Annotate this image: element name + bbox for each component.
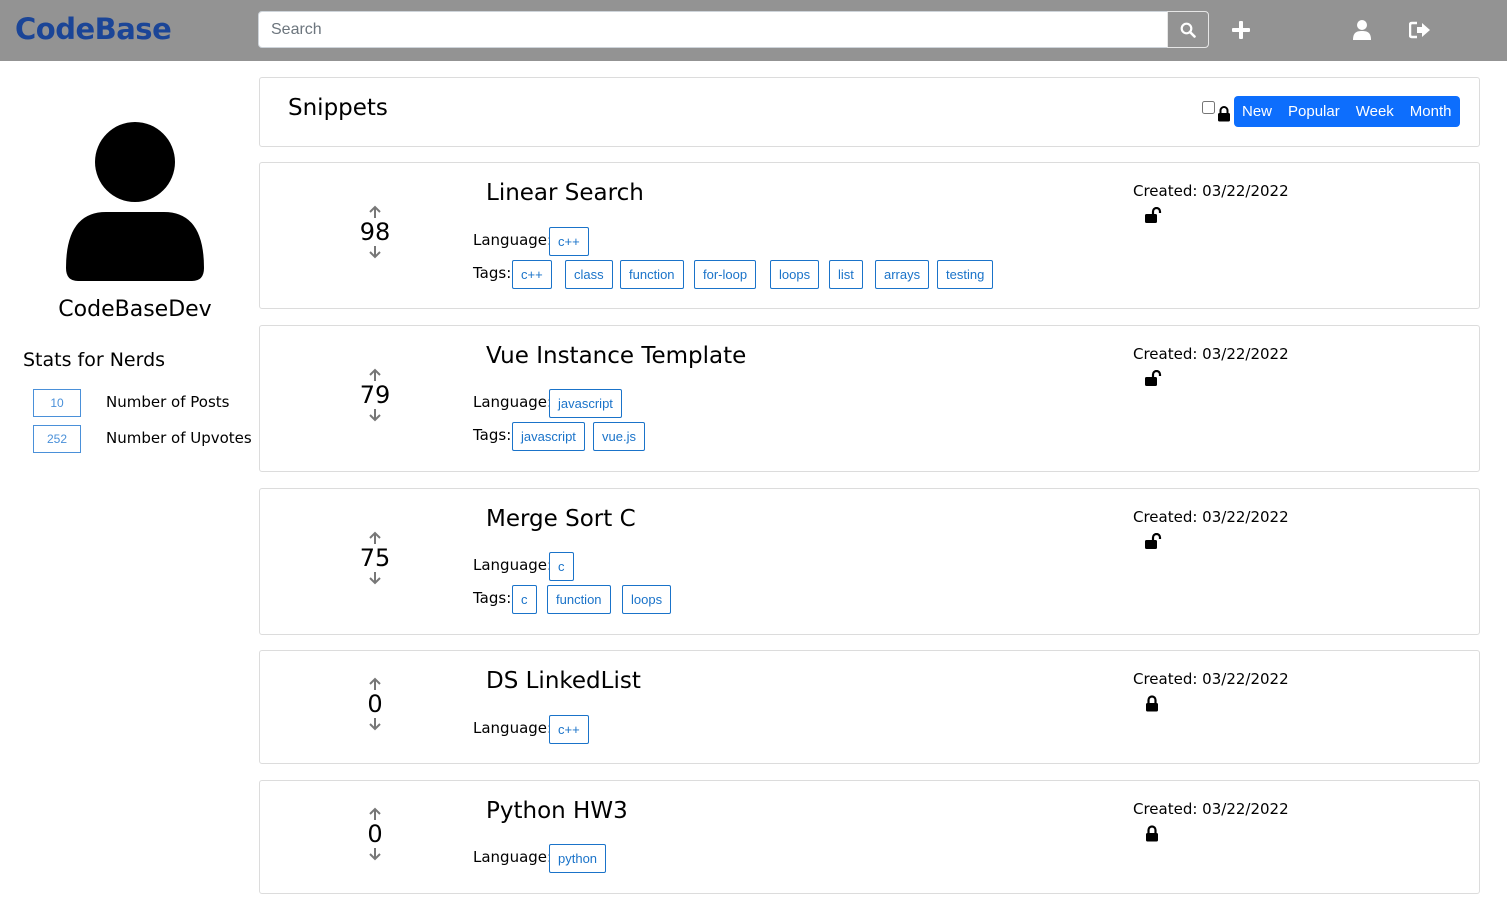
avatar-icon (66, 122, 204, 281)
tag-chip[interactable]: function (547, 585, 611, 614)
vote-control: 0 (350, 677, 400, 731)
tags-label: Tags: (473, 264, 512, 282)
user-icon (1353, 20, 1371, 40)
logout-button[interactable] (1407, 17, 1433, 43)
snippet-card: 0 Python HW3 Language: python Created: 0… (259, 780, 1480, 894)
add-snippet-button[interactable] (1228, 17, 1254, 43)
vote-count: 0 (367, 690, 383, 718)
stat-posts-label: Number of Posts (106, 393, 230, 411)
unlock-icon[interactable] (1144, 533, 1164, 550)
tag-chip[interactable]: vue.js (593, 422, 645, 451)
snippet-card: 98 Linear Search Language: c++ Tags: c++… (259, 162, 1480, 309)
snippet-card: 75 Merge Sort C Language: c Tags: c func… (259, 488, 1480, 635)
created-date: Created: 03/22/2022 (1133, 508, 1289, 526)
downvote-arrow-icon[interactable] (368, 717, 382, 731)
upvote-arrow-icon[interactable] (368, 205, 382, 219)
tag-chip[interactable]: c++ (512, 260, 552, 289)
stat-upvotes-label: Number of Upvotes (106, 429, 252, 447)
profile-username: CodeBaseDev (58, 297, 212, 322)
snippets-header-card: Snippets New Popular Week Month (259, 77, 1480, 147)
snippet-title[interactable]: Vue Instance Template (486, 343, 746, 369)
sort-popular-button[interactable]: Popular (1280, 96, 1348, 127)
snippet-card: 79 Vue Instance Template Language: javas… (259, 325, 1480, 472)
language-label: Language: (473, 393, 553, 411)
language-label: Language: (473, 848, 553, 866)
snippets-title: Snippets (288, 95, 388, 121)
language-label: Language: (473, 719, 553, 737)
stat-upvotes-count: 252 (33, 425, 81, 453)
tag-chip[interactable]: loops (622, 585, 672, 614)
tag-chip[interactable]: list (829, 260, 863, 289)
unlock-icon[interactable] (1144, 207, 1164, 224)
tag-chip[interactable]: c (512, 585, 537, 614)
snippet-title[interactable]: Linear Search (486, 180, 644, 206)
created-date: Created: 03/22/2022 (1133, 345, 1289, 363)
navbar: CodeBase (0, 0, 1507, 61)
language-chip[interactable]: c++ (549, 227, 589, 256)
plus-icon (1232, 21, 1250, 39)
unlock-icon[interactable] (1144, 370, 1164, 387)
language-chip[interactable]: python (549, 844, 607, 873)
vote-count: 75 (359, 544, 391, 572)
tag-chip[interactable]: class (565, 260, 613, 289)
lock-icon (1218, 106, 1230, 122)
downvote-arrow-icon[interactable] (368, 408, 382, 422)
language-chip[interactable]: c++ (549, 715, 589, 744)
private-filter-checkbox[interactable] (1202, 101, 1215, 114)
tag-chip[interactable]: for-loop (694, 260, 757, 289)
tag-chip[interactable]: loops (770, 260, 820, 289)
vote-control: 98 (350, 205, 400, 259)
upvote-arrow-icon[interactable] (368, 677, 382, 691)
tag-chip[interactable]: testing (937, 260, 994, 289)
created-date: Created: 03/22/2022 (1133, 670, 1289, 688)
tag-chip[interactable]: javascript (512, 422, 585, 451)
tags-label: Tags: (473, 589, 512, 607)
snippet-title[interactable]: Merge Sort C (486, 506, 636, 532)
downvote-arrow-icon[interactable] (368, 847, 382, 861)
snippet-card: 0 DS LinkedList Language: c++ Created: 0… (259, 650, 1480, 764)
lock-icon[interactable] (1145, 695, 1159, 712)
profile-button[interactable] (1349, 17, 1375, 43)
tag-chip[interactable]: function (620, 260, 684, 289)
created-date: Created: 03/22/2022 (1133, 182, 1289, 200)
sort-new-button[interactable]: New (1234, 96, 1280, 127)
stat-posts-count: 10 (33, 389, 81, 417)
language-chip[interactable]: javascript (549, 389, 622, 418)
language-label: Language: (473, 231, 553, 249)
vote-count: 0 (367, 820, 383, 848)
search-icon (1180, 22, 1196, 38)
tags-label: Tags: (473, 426, 512, 444)
search-input[interactable] (258, 11, 1168, 48)
upvote-arrow-icon[interactable] (368, 531, 382, 545)
vote-control: 0 (350, 807, 400, 861)
created-date: Created: 03/22/2022 (1133, 800, 1289, 818)
sign-out-icon (1409, 21, 1430, 39)
vote-control: 79 (350, 368, 400, 422)
language-label: Language: (473, 556, 553, 574)
snippet-title[interactable]: DS LinkedList (486, 668, 641, 694)
vote-control: 75 (350, 531, 400, 585)
lock-icon[interactable] (1145, 825, 1159, 842)
language-chip[interactable]: c (549, 552, 574, 581)
stats-title: Stats for Nerds (23, 349, 166, 371)
downvote-arrow-icon[interactable] (368, 571, 382, 585)
downvote-arrow-icon[interactable] (368, 245, 382, 259)
snippet-title[interactable]: Python HW3 (486, 798, 628, 824)
search-button[interactable] (1167, 11, 1209, 48)
tag-chip[interactable]: arrays (875, 260, 930, 289)
sort-week-button[interactable]: Week (1348, 96, 1402, 127)
brand-logo[interactable]: CodeBase (15, 12, 172, 46)
upvote-arrow-icon[interactable] (368, 368, 382, 382)
vote-count: 79 (359, 381, 391, 409)
sort-button-group: New Popular Week Month (1234, 96, 1460, 127)
upvote-arrow-icon[interactable] (368, 807, 382, 821)
sort-month-button[interactable]: Month (1402, 96, 1460, 127)
vote-count: 98 (359, 218, 391, 246)
